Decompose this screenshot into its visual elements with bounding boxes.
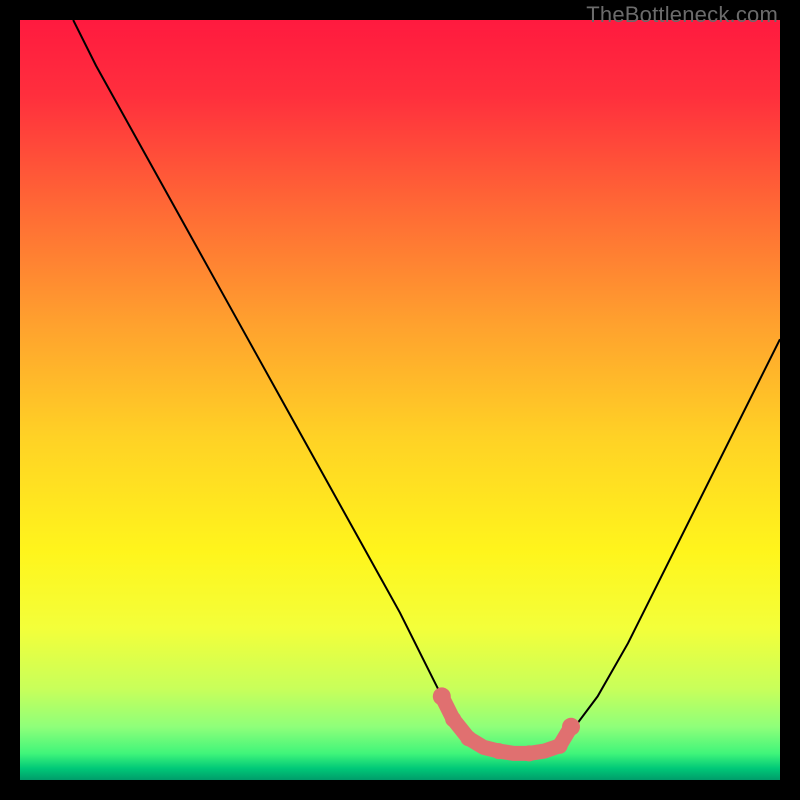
flat-marker-dot	[433, 687, 451, 705]
watermark-text: TheBottleneck.com	[586, 2, 778, 28]
flat-marker-dot	[491, 743, 507, 759]
flat-marker-dot	[562, 718, 580, 736]
flat-marker-dot	[445, 711, 461, 727]
chart-svg	[20, 20, 780, 780]
chart-frame	[20, 20, 780, 780]
flat-marker-dot	[521, 745, 537, 761]
flat-marker-dot	[552, 738, 568, 754]
flat-marker-dot	[460, 730, 476, 746]
